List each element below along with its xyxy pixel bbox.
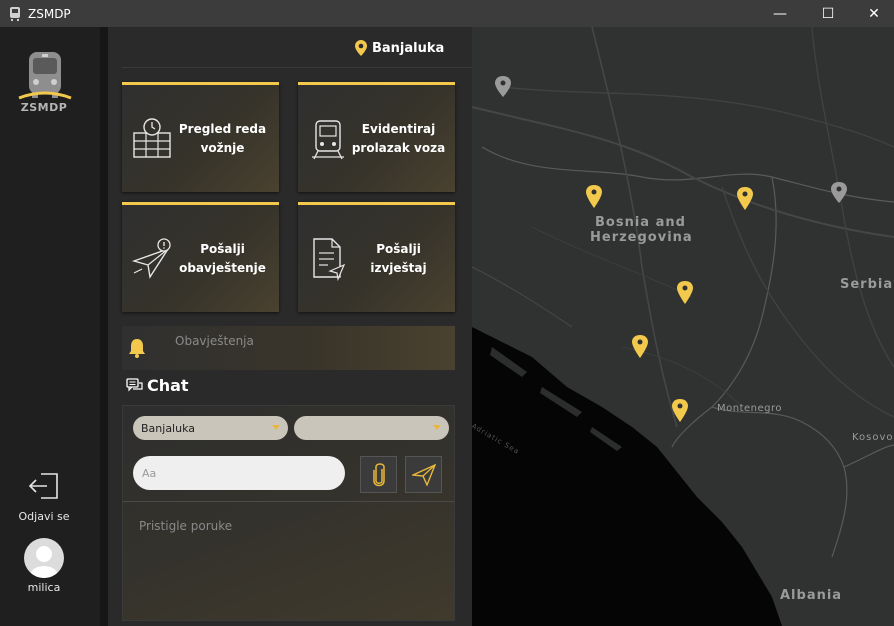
notifications-label: Obavještenja [175,334,254,348]
incoming-messages-label: Pristigle poruke [139,519,233,533]
maximize-icon: ☐ [821,5,835,22]
map-marker-station[interactable] [586,185,602,208]
user-avatar-icon [30,546,58,578]
chevron-down-icon [272,425,280,430]
tile-label-send-report: Pošalji izvještaj [370,241,427,275]
map-label-albania: Albania [780,588,843,603]
station-select[interactable]: Banjaluka [133,416,288,440]
maximize-button[interactable]: ☐ [805,0,851,27]
timetable-tile-button[interactable]: Pregled reda vožnje [122,82,279,192]
chat-panel: Banjaluka Pristigle poruke [122,405,455,621]
current-location: Banjaluka [355,40,444,56]
send-message-button[interactable] [405,456,442,493]
tile-label-send-notification: Pošalji obavještenje [179,241,266,275]
app-icon [10,6,20,21]
paperclip-icon [372,462,385,486]
header-divider [122,67,472,68]
map-label-herzegovina: Herzegovina [590,230,693,245]
chat-heading: Chat [126,376,189,395]
logout-button[interactable] [18,470,70,506]
log-train-passage-tile-button[interactable]: Evidentiraj prolazak voza [298,82,455,192]
map-marker-station[interactable] [737,187,753,210]
user-name: milica [27,581,61,594]
tile-label-log-passage: Evidentiraj prolazak voza [351,121,446,155]
close-icon: ✕ [868,5,880,22]
notifications-panel[interactable]: Obavještenja [122,326,455,370]
bell-icon [129,339,145,358]
map-marker-station[interactable] [632,335,648,358]
send-notification-icon [132,237,171,279]
minimize-button[interactable]: — [757,0,803,27]
map-label-bosnia: Bosnia and [595,215,686,230]
sidebar-divider [100,27,108,626]
send-notification-tile-button[interactable]: Pošalji obavještenje [122,202,279,312]
send-icon [411,463,436,486]
map-marker-inactive[interactable] [495,76,511,97]
window-title: ZSMDP [28,6,71,21]
send-report-tile-button[interactable]: Pošalji izvještaj [298,202,455,312]
map-label-serbia: Serbia [840,277,894,292]
station-select-value: Banjaluka [141,421,196,435]
report-icon [313,237,346,281]
avatar[interactable] [24,538,64,578]
location-label: Banjaluka [372,40,445,56]
timetable-icon [133,117,171,158]
map-marker-inactive[interactable] [831,182,847,203]
map-canvas [472,27,894,626]
chevron-down-icon [433,425,441,430]
recipient-select[interactable] [294,416,449,440]
message-input[interactable] [133,456,345,490]
map-label-montenegro: Montenegro [717,403,783,414]
minimize-icon: — [773,5,787,22]
logout-label[interactable]: Odjavi se [14,510,74,523]
chat-icon [126,377,143,391]
chat-title: Chat [147,376,189,395]
chat-divider [123,501,454,502]
train-icon [312,119,344,159]
map-label-kosovo: Kosovo [852,432,894,443]
logout-icon [28,473,58,499]
tile-label-timetable: Pregled reda vožnje [178,121,267,155]
location-pin-icon [355,40,367,56]
map-view[interactable]: Bosnia and Herzegovina Serbia Montenegro… [472,27,894,626]
logo-text: ZSMDP [20,101,68,114]
attach-button[interactable] [360,456,397,493]
close-button[interactable]: ✕ [851,0,894,27]
map-marker-station[interactable] [677,281,693,304]
